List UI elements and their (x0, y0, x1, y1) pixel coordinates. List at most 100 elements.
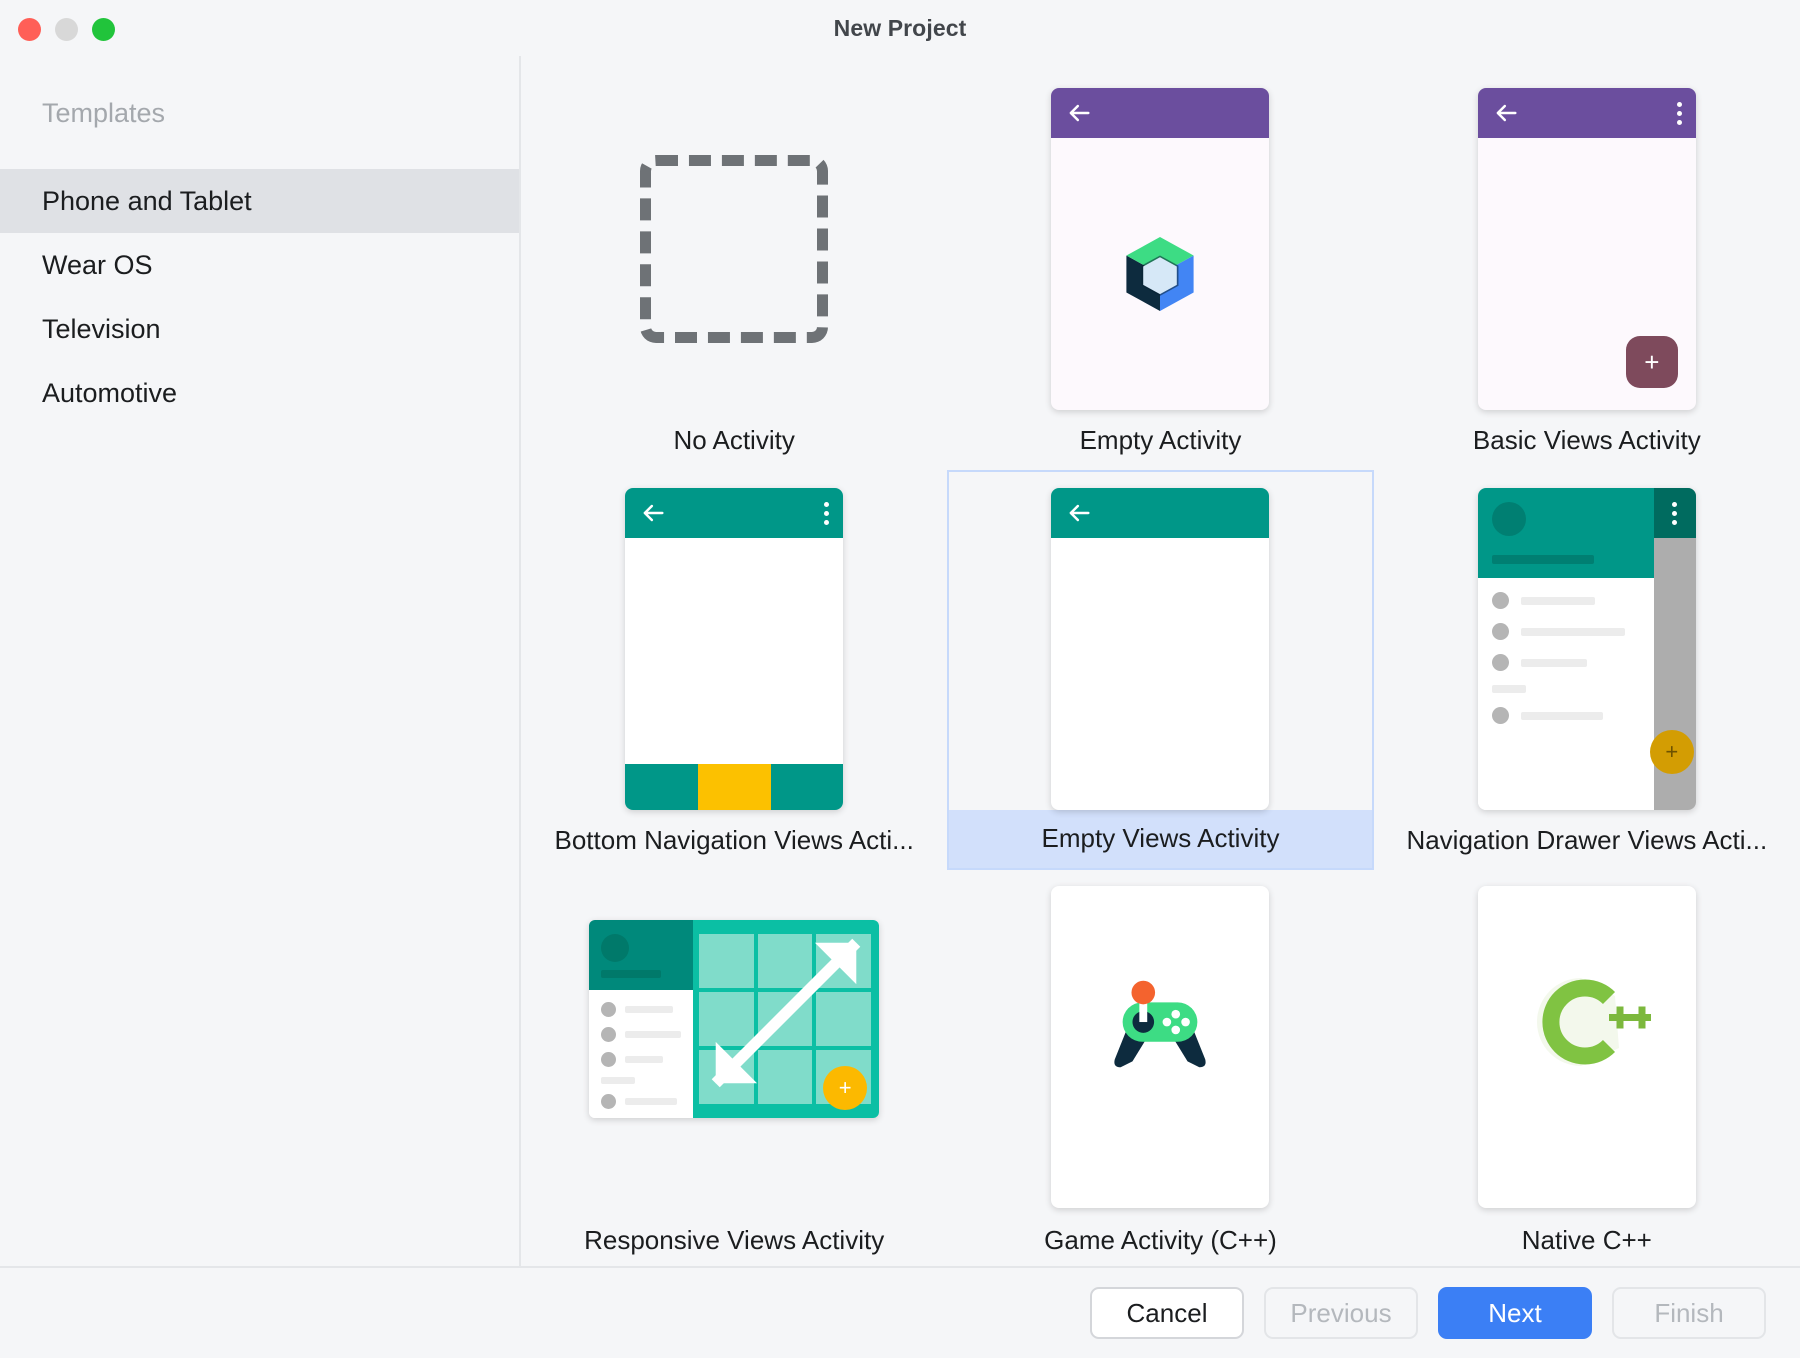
template-thumbnail (521, 86, 947, 412)
template-thumbnail: + (521, 886, 947, 1212)
back-arrow-icon (1496, 104, 1517, 122)
drawer-item-list (1478, 578, 1654, 724)
floating-action-button-icon: + (823, 1066, 868, 1110)
nav-drawer-phone-mock: + (1477, 488, 1696, 810)
list-item-text-bar (625, 1098, 678, 1105)
template-label: Empty Activity (1079, 425, 1242, 455)
template-thumbnail: + (1374, 86, 1800, 412)
drawer-section-divider (601, 1077, 636, 1084)
navigation-drawer-panel (1477, 488, 1654, 810)
floating-action-button-icon: + (1649, 730, 1694, 774)
previous-button[interactable]: Previous (1264, 1287, 1418, 1339)
list-item (601, 1052, 681, 1067)
app-bar (1051, 488, 1270, 538)
basic-views-phone-mock: + (1477, 88, 1696, 410)
dashed-placeholder-icon (640, 155, 829, 343)
bottom-nav-item-active (697, 764, 771, 810)
sidebar-item-automotive[interactable]: Automotive (0, 361, 519, 425)
template-card-basic-views-activity[interactable]: + Basic Views Activity (1374, 70, 1800, 470)
list-item-text-bar (625, 1031, 682, 1038)
traffic-light-group (18, 18, 115, 41)
template-label: Empty Views Activity (949, 810, 1372, 868)
template-gallery[interactable]: No Activity Empty Activity + Basic Views… (521, 56, 1800, 1266)
drawer-item-list (589, 990, 693, 1118)
template-card-game-activity[interactable]: Game Activity (C++) (947, 870, 1373, 1266)
drawer-header (1477, 488, 1654, 578)
list-item (601, 1094, 681, 1109)
sidebar-item-phone-and-tablet[interactable]: Phone and Tablet (0, 169, 519, 233)
avatar (601, 934, 630, 962)
floating-action-button-icon: + (1625, 336, 1678, 388)
overflow-menu-icon (824, 501, 830, 525)
overflow-menu-icon (1676, 101, 1682, 125)
bottom-nav-item (625, 764, 698, 810)
list-item-text-bar (1520, 627, 1625, 636)
template-label: Bottom Navigation Views Acti... (554, 825, 914, 855)
template-thumbnail (947, 86, 1373, 412)
drawer-section-divider (1491, 685, 1526, 693)
list-item-icon (1491, 654, 1509, 671)
list-item-text-bar (1520, 658, 1587, 667)
back-arrow-icon (1070, 104, 1091, 122)
adaptive-layout-mock: + (589, 920, 880, 1118)
template-thumbnail (1374, 886, 1800, 1212)
list-item (1491, 707, 1640, 724)
list-item-icon (601, 1002, 617, 1017)
compose-phone-mock (1051, 88, 1270, 410)
drawer-header (589, 920, 694, 990)
sidebar-item-television[interactable]: Television (0, 297, 519, 361)
close-button[interactable] (18, 18, 41, 41)
template-label: Native C++ (1521, 1225, 1652, 1255)
template-card-bottom-navigation-views-activity[interactable]: Bottom Navigation Views Acti... (521, 470, 947, 870)
sidebar-item-wear-os[interactable]: Wear OS (0, 233, 519, 297)
jetpack-compose-logo-icon (1126, 237, 1195, 311)
maximize-button[interactable] (92, 18, 115, 41)
window-title: New Project (833, 14, 967, 41)
list-item-text-bar (1520, 596, 1595, 605)
list-item-text-bar (625, 1056, 664, 1063)
list-item (1491, 654, 1640, 671)
dialog-footer: Cancel Previous Next Finish (0, 1266, 1800, 1358)
list-item-icon (1491, 592, 1509, 609)
list-item-icon (601, 1052, 617, 1067)
template-label: Responsive Views Activity (584, 1225, 885, 1255)
bottom-nav-item (770, 764, 844, 810)
list-item-text-bar (1520, 711, 1603, 720)
sidebar-item-label: Television (42, 313, 161, 344)
finish-button[interactable]: Finish (1612, 1287, 1766, 1339)
template-grid: No Activity Empty Activity + Basic Views… (521, 56, 1800, 1266)
template-card-empty-views-activity[interactable]: Empty Views Activity (947, 470, 1374, 870)
template-card-responsive-views-activity[interactable]: + Responsive Views Activity (521, 870, 947, 1266)
list-item-icon (1491, 707, 1509, 724)
list-item-icon (601, 1027, 617, 1042)
app-bar (625, 488, 844, 538)
empty-views-phone-mock (1051, 488, 1270, 810)
app-bar-right (1653, 488, 1696, 538)
template-thumbnail (521, 486, 947, 812)
cancel-button[interactable]: Cancel (1090, 1287, 1244, 1339)
template-card-navigation-drawer-views-activity[interactable]: + Navigation Drawer Views Acti... (1374, 470, 1800, 870)
next-button[interactable]: Next (1438, 1287, 1592, 1339)
back-arrow-icon (1070, 504, 1091, 522)
template-thumbnail (947, 886, 1373, 1212)
template-card-native-cpp[interactable]: Native C++ (1374, 870, 1800, 1266)
overflow-menu-icon (1672, 501, 1678, 525)
list-item (601, 1002, 681, 1017)
list-item (1491, 623, 1640, 640)
sidebar-item-label: Wear OS (42, 249, 153, 280)
drawer-account-name-bar (1491, 555, 1594, 564)
template-label: Game Activity (C++) (1044, 1225, 1277, 1255)
avatar (1491, 502, 1526, 536)
adaptive-drawer (589, 920, 694, 1118)
app-bar (1051, 88, 1270, 138)
template-card-empty-activity[interactable]: Empty Activity (947, 70, 1373, 470)
bottom-navigation-bar (625, 764, 844, 810)
list-item (601, 1027, 682, 1042)
template-label: No Activity (673, 425, 795, 455)
templates-sidebar: Templates Phone and Tablet Wear OS Telev… (0, 56, 521, 1266)
sidebar-item-label: Phone and Tablet (42, 185, 252, 216)
list-item-icon (1491, 623, 1509, 640)
game-controller-icon (1114, 980, 1207, 1068)
minimize-button[interactable] (55, 18, 78, 41)
template-card-no-activity[interactable]: No Activity (521, 70, 947, 470)
